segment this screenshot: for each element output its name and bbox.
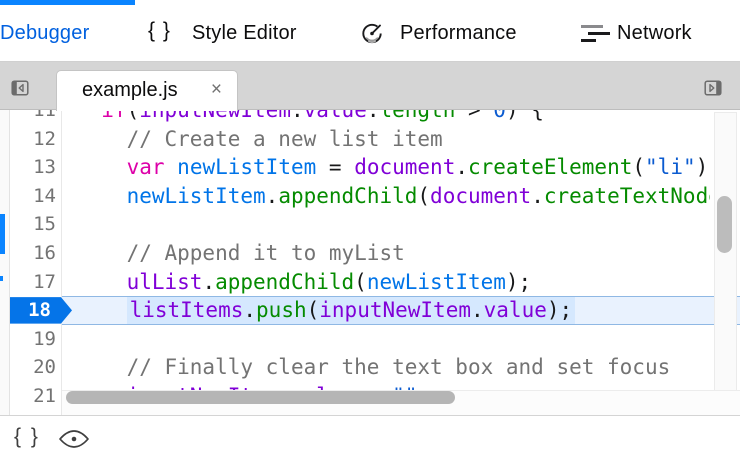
close-tab-icon[interactable]: × xyxy=(211,71,222,109)
tab-performance[interactable]: Performance xyxy=(400,22,517,45)
line-number-gutter-content: 111213141516171819202122 xyxy=(10,110,61,415)
gutter-line-number[interactable]: 19 xyxy=(10,325,61,354)
gutter-line-number[interactable]: 20 xyxy=(10,353,61,382)
code-editor: 111213141516171819202122 if(inputNewItem… xyxy=(0,110,740,415)
code-line[interactable]: // Create a new list item xyxy=(62,125,740,154)
code-line[interactable] xyxy=(62,210,740,239)
collapse-sources-panel-button[interactable] xyxy=(11,79,29,97)
ignore-source-eye-icon[interactable] xyxy=(58,429,90,449)
vertical-scrollbar-thumb[interactable] xyxy=(717,196,732,253)
horizontal-scrollbar-thumb[interactable] xyxy=(66,391,455,404)
tab-network[interactable]: Network xyxy=(617,22,692,45)
gutter-line-number[interactable]: 11 xyxy=(10,110,61,125)
sources-panel-selection-sliver xyxy=(0,214,5,254)
code-pane-content: if(inputNewItem.value.length > 0) { // C… xyxy=(62,110,740,415)
devtools-toolbar: Debugger { } Style Editor Performance Ne… xyxy=(0,0,740,62)
code-pane[interactable]: if(inputNewItem.value.length > 0) { // C… xyxy=(62,110,740,415)
sources-panel-marker-sliver xyxy=(0,276,3,281)
vertical-scrollbar-track[interactable] xyxy=(714,112,737,395)
gutter-line-number[interactable]: 21 xyxy=(10,382,61,411)
network-icon xyxy=(581,25,609,43)
style-editor-icon: { } xyxy=(148,19,171,43)
editor-footer: { } xyxy=(0,415,740,464)
code-line[interactable]: ulList.appendChild(newListItem); xyxy=(62,268,740,297)
gutter-line-number[interactable]: 14 xyxy=(10,182,61,211)
code-line[interactable]: if(inputNewItem.value.length > 0) { xyxy=(62,110,740,125)
active-tab-indicator xyxy=(0,0,135,5)
tab-debugger[interactable]: Debugger xyxy=(0,22,89,45)
paused-line-marker: 18 xyxy=(3,297,72,324)
code-line[interactable]: listItems.push(inputNewItem.value); xyxy=(62,296,740,325)
devtools-window: Debugger { } Style Editor Performance Ne… xyxy=(0,0,740,464)
gutter-line-number[interactable]: 12 xyxy=(10,125,61,154)
code-line[interactable] xyxy=(62,325,740,354)
file-tab-example-js[interactable]: example.js × xyxy=(56,70,238,111)
source-tab-strip: example.js × xyxy=(0,62,740,110)
expand-right-panel-button[interactable] xyxy=(704,79,722,97)
gutter-line-number[interactable]: 15 xyxy=(10,210,61,239)
performance-icon xyxy=(360,20,386,51)
gutter-line-number[interactable]: 16 xyxy=(10,239,61,268)
pretty-print-button[interactable]: { } xyxy=(14,425,40,449)
gutter-line-number[interactable]: 17 xyxy=(10,268,61,297)
code-line[interactable]: var newListItem = document.createElement… xyxy=(62,153,740,182)
code-line[interactable]: // Append it to myList xyxy=(62,239,740,268)
tab-style-editor[interactable]: Style Editor xyxy=(192,22,297,45)
gutter-line-number[interactable]: 13 xyxy=(10,153,61,182)
line-number-gutter[interactable]: 111213141516171819202122 xyxy=(10,110,62,415)
collapsed-sources-panel-edge xyxy=(0,110,10,415)
code-line[interactable]: // Finally clear the text box and set fo… xyxy=(62,353,740,382)
code-line[interactable]: newListItem.appendChild(document.createT… xyxy=(62,182,740,211)
gutter-line-number[interactable]: 18 xyxy=(10,296,61,325)
file-tab-label: example.js xyxy=(82,71,178,110)
